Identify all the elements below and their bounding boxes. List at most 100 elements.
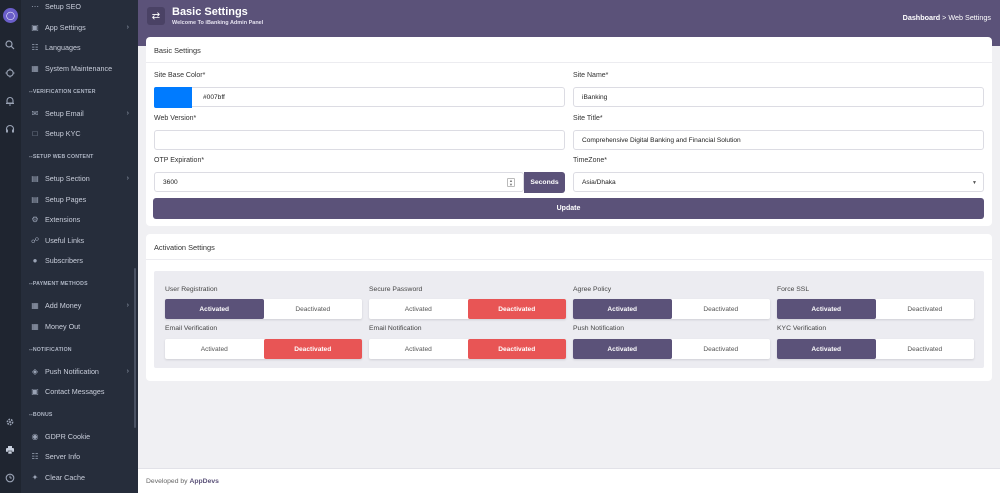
timezone-label: TimeZone* bbox=[573, 157, 607, 164]
sidebar-item-setup-email[interactable]: ✉ Setup Email › bbox=[21, 106, 136, 120]
sidebar-item-label: Useful Links bbox=[45, 235, 85, 245]
app-icon: ▣ bbox=[31, 22, 39, 32]
push-icon: ◈ bbox=[31, 366, 39, 376]
sidebar-item-setup-seo[interactable]: ⋯ Setup SEO bbox=[21, 0, 136, 13]
deactivated-option[interactable]: Deactivated bbox=[263, 339, 362, 359]
chevron-right-icon: › bbox=[126, 109, 129, 117]
site-name-input[interactable]: iBanking bbox=[573, 87, 984, 107]
chevron-right-icon: › bbox=[126, 367, 129, 375]
otp-expiration-input[interactable]: 3600 bbox=[154, 172, 524, 192]
sidebar-item-languages[interactable]: ☷ Languages bbox=[21, 40, 136, 54]
activated-option[interactable]: Activated bbox=[777, 339, 876, 359]
crosshair-icon[interactable] bbox=[3, 66, 17, 80]
toggle-email-verification: Activated Deactivated bbox=[165, 339, 362, 359]
sidebar-item-useful-links[interactable]: ☍ Useful Links bbox=[21, 233, 136, 247]
sidebar-item-extensions[interactable]: ⚙ Extensions bbox=[21, 212, 136, 226]
maintenance-icon: ▦ bbox=[31, 63, 39, 73]
toggle-force-ssl: Activated Deactivated bbox=[777, 299, 974, 319]
sidebar-section-web-content: --SETUP WEB CONTENT bbox=[29, 154, 94, 160]
sidebar-item-label: Clear Cache bbox=[45, 472, 85, 482]
sidebar-section-bonus: --BONUS bbox=[29, 412, 53, 418]
number-spinner-icon[interactable]: ▲ ▼ bbox=[507, 178, 515, 187]
sidebar-item-gdpr-cookie[interactable]: ◉ GDPR Cookie bbox=[21, 429, 136, 443]
timezone-value: Asia/Dhaka bbox=[582, 178, 616, 186]
server-icon: ☷ bbox=[31, 451, 39, 461]
kyc-icon: □ bbox=[32, 128, 38, 138]
sidebar-item-setup-pages[interactable]: ▤ Setup Pages bbox=[21, 192, 136, 206]
clock-icon[interactable] bbox=[3, 471, 17, 485]
sidebar-item-app-settings[interactable]: ▣ App Settings › bbox=[21, 20, 136, 34]
sidebar-item-setup-section[interactable]: ▤ Setup Section › bbox=[21, 171, 136, 185]
timezone-select[interactable]: Asia/Dhaka bbox=[573, 172, 984, 192]
deactivated-option[interactable]: Deactivated bbox=[876, 339, 975, 359]
bell-icon[interactable] bbox=[3, 94, 17, 108]
sidebar-item-contact-messages[interactable]: ▣ Contact Messages bbox=[21, 384, 136, 398]
seconds-unit-addon: Seconds bbox=[524, 172, 565, 193]
sidebar-section-payment: --PAYMENT METHODS bbox=[29, 281, 88, 287]
sidebar-item-label: Languages bbox=[45, 42, 81, 52]
section-icon: ▤ bbox=[31, 173, 39, 183]
sidebar-item-server-info[interactable]: ☷ Server Info bbox=[21, 449, 136, 463]
breadcrumb-separator: > bbox=[942, 13, 947, 22]
activated-option[interactable]: Activated bbox=[165, 299, 264, 319]
sidebar-item-money-out[interactable]: ▦ Money Out bbox=[21, 319, 136, 333]
activated-option[interactable]: Activated bbox=[573, 339, 672, 359]
activated-option[interactable]: Activated bbox=[369, 339, 468, 359]
web-version-input[interactable] bbox=[154, 130, 565, 150]
toggle-label-push-notification: Push Notification bbox=[573, 325, 625, 332]
deactivated-option[interactable]: Deactivated bbox=[876, 299, 975, 319]
search-icon[interactable] bbox=[3, 38, 17, 52]
activated-option[interactable]: Activated bbox=[573, 299, 672, 319]
link-icon: ☍ bbox=[30, 235, 40, 245]
toggle-label-kyc-verification: KYC Verification bbox=[777, 325, 827, 332]
page-title: Basic Settings bbox=[172, 6, 248, 18]
sidebar-section-verification: --VERIFICATION CENTER bbox=[29, 89, 96, 95]
sidebar-scrollbar[interactable] bbox=[134, 268, 136, 428]
breadcrumb-dashboard-link[interactable]: Dashboard bbox=[903, 13, 941, 22]
footer-brand-link[interactable]: AppDevs bbox=[189, 478, 218, 485]
sidebar-item-label: GDPR Cookie bbox=[45, 431, 91, 441]
sidebar-item-label: Setup Pages bbox=[45, 194, 87, 204]
site-base-color-field[interactable]: #007bff bbox=[154, 87, 565, 107]
activated-option[interactable]: Activated bbox=[165, 339, 264, 359]
site-base-color-label: Site Base Color* bbox=[154, 72, 206, 79]
activated-option[interactable]: Activated bbox=[777, 299, 876, 319]
broom-icon: ✦ bbox=[31, 472, 39, 482]
deactivated-option[interactable]: Deactivated bbox=[264, 299, 363, 319]
site-title-value: Comprehensive Digital Banking and Financ… bbox=[582, 136, 741, 144]
site-title-label: Site Title* bbox=[573, 115, 603, 122]
sidebar-item-clear-cache[interactable]: ✦ Clear Cache bbox=[21, 470, 136, 484]
add-money-icon: ▦ bbox=[31, 300, 39, 310]
sidebar-item-label: System Maintenance bbox=[45, 63, 113, 73]
sidebar-item-label: Money Out bbox=[45, 321, 81, 331]
gear-icon[interactable] bbox=[3, 415, 17, 429]
pages-icon: ▤ bbox=[31, 194, 39, 204]
toggle-email-notification: Activated Deactivated bbox=[369, 339, 566, 359]
printer-icon[interactable] bbox=[3, 443, 17, 457]
sidebar-item-label: Contact Messages bbox=[45, 386, 105, 396]
breadcrumb-current: Web Settings bbox=[948, 13, 991, 22]
swap-icon[interactable]: ⇄ bbox=[147, 7, 165, 25]
activated-option[interactable]: Activated bbox=[369, 299, 468, 319]
toggle-label-force-ssl: Force SSL bbox=[777, 286, 810, 293]
support-icon[interactable] bbox=[3, 122, 17, 136]
deactivated-option[interactable]: Deactivated bbox=[467, 299, 566, 319]
chevron-right-icon: › bbox=[126, 23, 129, 31]
sidebar-item-push-notification[interactable]: ◈ Push Notification › bbox=[21, 364, 136, 378]
sidebar-item-add-money[interactable]: ▦ Add Money › bbox=[21, 298, 136, 312]
sidebar-item-subscribers[interactable]: ● Subscribers bbox=[21, 253, 136, 267]
chevron-right-icon: › bbox=[126, 301, 129, 309]
update-button[interactable]: Update bbox=[153, 198, 984, 219]
color-picker-swatch[interactable] bbox=[154, 87, 192, 108]
chevron-right-icon: › bbox=[126, 174, 129, 182]
deactivated-option[interactable]: Deactivated bbox=[672, 299, 771, 319]
toggle-kyc-verification: Activated Deactivated bbox=[777, 339, 974, 359]
sidebar-item-setup-kyc[interactable]: □ Setup KYC bbox=[21, 126, 136, 140]
sidebar-item-system-maintenance[interactable]: ▦ System Maintenance bbox=[21, 61, 136, 75]
logo-icon[interactable]: ◯ bbox=[3, 8, 18, 23]
site-title-input[interactable]: Comprehensive Digital Banking and Financ… bbox=[573, 130, 984, 150]
sidebar-item-label: Setup KYC bbox=[45, 128, 81, 138]
sidebar: ⋯ Setup SEO ▣ App Settings › ☷ Languages… bbox=[21, 0, 138, 493]
deactivated-option[interactable]: Deactivated bbox=[467, 339, 566, 359]
deactivated-option[interactable]: Deactivated bbox=[672, 339, 771, 359]
